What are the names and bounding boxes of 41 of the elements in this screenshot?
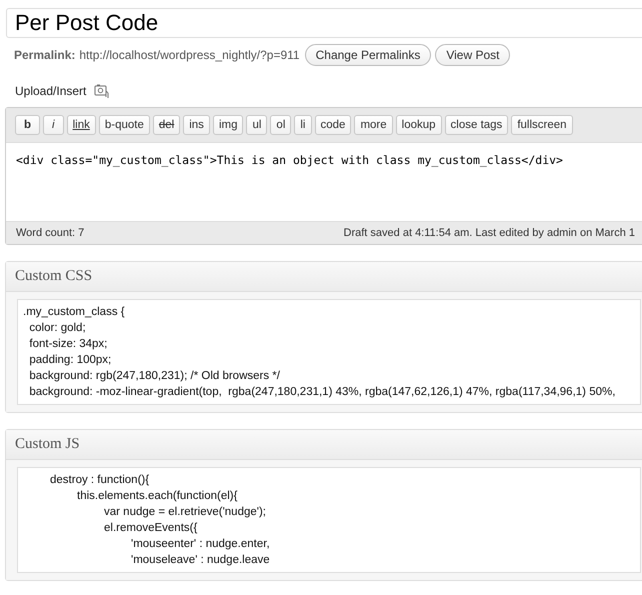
code-line: el.removeEvents({ — [103, 521, 198, 536]
code-line: .my_custom_class { — [23, 305, 126, 320]
toolbar-button[interactable]: li — [294, 115, 312, 135]
toolbar-button[interactable]: link — [66, 115, 96, 135]
code-line: background: -moz-linear-gradient(top, rgba(247,180,231,1) 43%, rgba(147,62,126,1) 47%, rgba(117,34,96,1) 50%, — [28, 385, 616, 400]
toolbar-button[interactable]: lookup — [396, 115, 442, 135]
code-line: padding: 100px; — [28, 353, 112, 368]
toolbar-button[interactable]: i — [43, 115, 64, 135]
post-title-field[interactable]: Per Post Code — [6, 8, 642, 38]
permalink-button[interactable]: Change Permalinks — [304, 44, 432, 66]
toolbar-button[interactable]: b-quote — [98, 115, 150, 135]
permalink-url: http://localhost/wordpress_nightly/?p=911 — [79, 48, 300, 62]
code-line: 'mouseenter' : nudge.enter, — [130, 537, 271, 552]
toolbar-button[interactable]: ol — [270, 115, 292, 135]
code-line: 'mouseleave' : nudge.leave — [130, 553, 271, 568]
media-icon[interactable] — [94, 83, 110, 99]
word-count: Word count: 7 — [16, 227, 84, 239]
toolbar-button[interactable]: code — [314, 115, 352, 135]
code-line: this.elements.each(function(el){ — [76, 489, 238, 504]
code-line: font-size: 34px; — [28, 337, 108, 352]
code-line: var nudge = el.retrieve('nudge'); — [103, 505, 267, 520]
meta-box-title: Custom JS — [15, 436, 80, 452]
meta-box-title: Custom CSS — [15, 268, 92, 284]
toolbar-button[interactable]: ins — [183, 115, 210, 135]
toolbar-button[interactable]: del — [152, 115, 180, 135]
toolbar-button[interactable]: b — [15, 115, 40, 135]
upload-insert-label: Upload/Insert — [15, 84, 86, 98]
toolbar-button[interactable]: close tags — [444, 115, 508, 135]
code-line: background: rgb(247,180,231); /* Old browsers */ — [28, 369, 281, 384]
permalink-button[interactable]: View Post — [435, 44, 510, 66]
toolbar-button[interactable]: more — [354, 115, 393, 135]
toolbar-button[interactable]: ul — [246, 115, 268, 135]
code-textarea[interactable]: destroy : function(){ this.elements.each(function(el){ var nudge = el.retrieve('nudge'); el.removeEvents({ 'mouseenter' : nudge.enter, 'mouseleave' : nudge.leave — [17, 467, 641, 573]
code-line: color: gold; — [28, 321, 87, 336]
code-line: destroy : function(){ — [49, 473, 150, 488]
draft-status: Draft saved at 4:11:54 am. Last edited by admin on March 1 — [344, 227, 635, 239]
toolbar-button[interactable]: img — [212, 115, 244, 135]
code-textarea[interactable] — [17, 299, 641, 405]
toolbar-button[interactable]: fullscreen — [511, 115, 573, 135]
editor-code: <div class="my_custom_class">This is an object with class my_custom_class</div> — [16, 153, 563, 167]
permalink-label: Permalink: — [14, 48, 76, 62]
